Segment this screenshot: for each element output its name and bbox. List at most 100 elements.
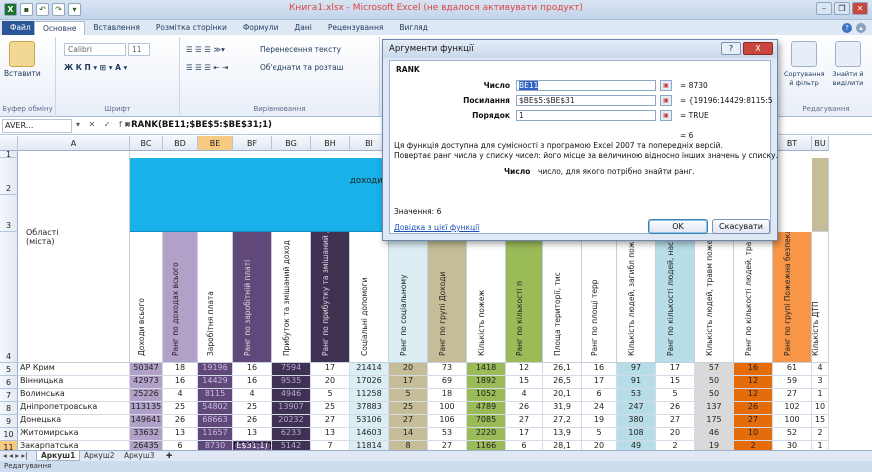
header-cell-bs[interactable]: Ранг по кількості людей, травмованих на … — [734, 232, 773, 363]
data-cell[interactable]: 57 — [695, 363, 734, 376]
header-cell-bo[interactable]: Ранг по площі терр — [582, 232, 617, 363]
column-header-bt[interactable]: BT — [773, 136, 812, 151]
data-cell[interactable]: 27 — [506, 415, 543, 428]
data-cell[interactable]: 16 — [233, 376, 272, 389]
sheet-nav-buttons[interactable]: ◂ ◂ ▸ ▸| — [3, 451, 28, 461]
wrap-text-button[interactable]: Перенесення тексту — [260, 45, 341, 54]
data-cell[interactable]: 31,9 — [543, 402, 582, 415]
data-cell[interactable]: 17 — [311, 363, 350, 376]
data-cell[interactable]: 54802 — [198, 402, 233, 415]
ribbon-minimize-icon[interactable]: ▴ — [856, 23, 866, 33]
row-header-1[interactable]: 1 — [0, 151, 18, 159]
column-header-bd[interactable]: BD — [163, 136, 198, 151]
data-cell[interactable]: 20 — [311, 376, 350, 389]
data-cell[interactable]: 14603 — [350, 428, 389, 441]
data-cell[interactable]: 247 — [617, 402, 656, 415]
data-cell[interactable]: 20 — [389, 363, 428, 376]
data-cell[interactable]: 10 — [734, 428, 773, 441]
region-cell[interactable]: Волинська — [18, 389, 130, 402]
header-cell-bd[interactable]: Ранг по доходах всього — [163, 232, 198, 363]
data-cell[interactable]: 53 — [617, 389, 656, 402]
ok-button[interactable]: OK — [648, 219, 708, 234]
data-cell[interactable]: 16 — [734, 363, 773, 376]
data-cell[interactable]: 15 — [506, 376, 543, 389]
font-size-box[interactable]: 11 — [128, 43, 150, 56]
data-cell[interactable]: 6 — [582, 389, 617, 402]
data-cell[interactable]: 27 — [389, 415, 428, 428]
data-cell[interactable]: 17 — [389, 376, 428, 389]
data-cell[interactable]: 42973 — [130, 376, 163, 389]
data-cell[interactable]: 33632 — [130, 428, 163, 441]
data-cell[interactable]: 24 — [582, 402, 617, 415]
data-cell[interactable]: 26 — [233, 415, 272, 428]
data-cell[interactable]: 91 — [617, 376, 656, 389]
dialog-close-button[interactable]: X — [743, 42, 773, 55]
data-cell[interactable]: 2 — [812, 428, 829, 441]
header-cell-bi[interactable]: Соціальні допомоги — [350, 232, 389, 363]
cancel-button[interactable]: Скасувати — [712, 219, 770, 234]
new-sheet-icon[interactable]: ✚ — [162, 451, 176, 461]
data-cell[interactable]: 27 — [734, 415, 773, 428]
data-cell[interactable]: 1 — [812, 389, 829, 402]
data-cell[interactable]: 6233 — [272, 428, 311, 441]
tab-review[interactable]: Рецензування — [320, 21, 392, 35]
data-cell[interactable]: 380 — [617, 415, 656, 428]
data-cell[interactable]: 69 — [428, 376, 467, 389]
data-cell[interactable]: 20,1 — [543, 389, 582, 402]
data-cell[interactable]: 108 — [617, 428, 656, 441]
data-cell[interactable]: 4 — [163, 389, 198, 402]
data-cell[interactable]: 27 — [656, 415, 695, 428]
data-cell[interactable]: 13,9 — [543, 428, 582, 441]
data-cell[interactable]: 4 — [233, 389, 272, 402]
data-cell[interactable]: 18 — [428, 389, 467, 402]
data-cell[interactable]: 61 — [773, 363, 812, 376]
data-cell[interactable]: 16 — [582, 363, 617, 376]
data-cell[interactable]: 106 — [428, 415, 467, 428]
header-cell-bq[interactable]: Ранг по кількості людей, насідок поже — [656, 232, 695, 363]
data-cell[interactable]: 4 — [812, 363, 829, 376]
region-cell[interactable]: АР Крим — [18, 363, 130, 376]
data-cell[interactable]: 7085 — [467, 415, 506, 428]
data-cell[interactable]: 25 — [389, 402, 428, 415]
data-cell[interactable]: 10 — [812, 402, 829, 415]
data-cell[interactable]: 19 — [582, 415, 617, 428]
data-cell[interactable]: 5 — [389, 389, 428, 402]
data-cell[interactable]: 2220 — [467, 428, 506, 441]
data-cell[interactable]: 17 — [656, 363, 695, 376]
data-cell[interactable]: 13 — [163, 428, 198, 441]
tab-file[interactable]: Файл — [2, 21, 34, 35]
formula-input[interactable]: =RANK(BE11;$BE$5:$BE$31;1) — [124, 120, 272, 130]
data-cell[interactable]: 5 — [582, 428, 617, 441]
region-cell[interactable]: Дніпропетровська — [18, 402, 130, 415]
data-cell[interactable]: 26,1 — [543, 363, 582, 376]
data-cell[interactable]: 68663 — [198, 415, 233, 428]
data-cell[interactable]: 12 — [734, 389, 773, 402]
data-cell[interactable]: 27 — [311, 415, 350, 428]
merge-button[interactable]: Об'єднати та розташ — [260, 63, 344, 72]
sheet-tab-3[interactable]: Аркуш3 — [120, 451, 159, 461]
header-cell-bn[interactable]: Площа території, тис — [543, 232, 582, 363]
find-select-button[interactable]: Знайти й виділити — [828, 41, 868, 87]
data-cell[interactable]: 4 — [506, 389, 543, 402]
data-cell[interactable]: 4789 — [467, 402, 506, 415]
data-cell[interactable]: 25 — [311, 402, 350, 415]
dialog-help-button[interactable]: ? — [721, 42, 741, 55]
header-cell-bu[interactable]: Кількість ДТП — [812, 232, 829, 363]
data-cell[interactable]: 27 — [773, 389, 812, 402]
row-header-2[interactable]: 2 — [0, 158, 18, 195]
column-header-bg[interactable]: BG — [272, 136, 311, 151]
data-cell[interactable]: 100 — [773, 415, 812, 428]
data-cell[interactable]: 18 — [163, 363, 198, 376]
data-cell[interactable]: 3 — [812, 376, 829, 389]
data-cell[interactable]: 7594 — [272, 363, 311, 376]
data-cell[interactable]: 25 — [233, 402, 272, 415]
tab-page-layout[interactable]: Розмітка сторінки — [148, 21, 235, 35]
data-cell[interactable]: 100 — [428, 402, 467, 415]
arg-order-input[interactable]: 1 — [516, 110, 656, 121]
header-cell-br[interactable]: Кількість людей, травм пожежах — [695, 232, 734, 363]
arg-number-input[interactable]: BE11 — [516, 80, 656, 91]
data-cell[interactable]: 16 — [233, 363, 272, 376]
data-cell[interactable]: 11657 — [198, 428, 233, 441]
header-cell-bf[interactable]: Ранг по заробітній платі — [233, 232, 272, 363]
collapse-order-icon[interactable]: ▣ — [660, 110, 672, 121]
